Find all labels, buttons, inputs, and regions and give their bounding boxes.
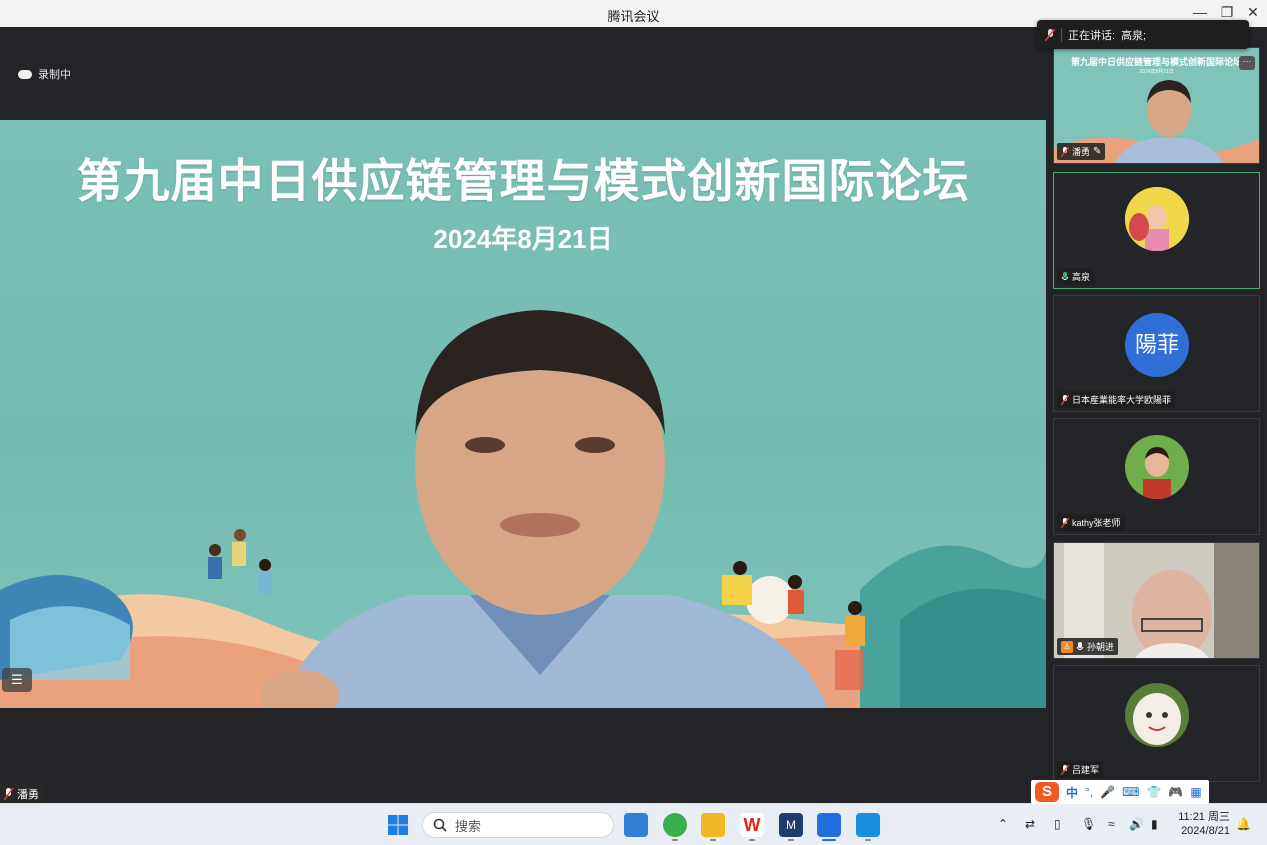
ime-mode-toggle[interactable]: 中	[1066, 784, 1078, 801]
main-video[interactable]: 第九届中日供应链管理与模式创新国际论坛 2024年8月21日	[0, 120, 1046, 708]
participant-tile[interactable]: 第九届中日供应链管理与模式创新国际论坛 2024年8月21日 ··· 潘勇 ✎	[1053, 47, 1260, 164]
participant-tile[interactable]: 高泉	[1053, 172, 1260, 289]
microphone-icon[interactable]: 🎙	[1081, 817, 1096, 831]
more-options-button[interactable]: ···	[1239, 56, 1255, 70]
avatar	[1125, 435, 1189, 499]
running-indicator	[749, 839, 755, 841]
participant-tile[interactable]: 吕建军	[1053, 665, 1260, 782]
wps-app-icon[interactable]: W	[740, 813, 764, 837]
notification-bell-icon[interactable]: 🔔	[1236, 817, 1251, 831]
running-indicator	[788, 839, 794, 841]
participant-label: 高泉	[1057, 268, 1095, 285]
file-explorer-icon[interactable]	[701, 813, 725, 837]
start-icon[interactable]	[386, 813, 410, 837]
main-speaker-tag: 潘勇	[0, 783, 45, 805]
avatar-photo	[1125, 187, 1189, 251]
avatar-photo	[1125, 683, 1189, 747]
taskbar: 搜索 W M ⌃ ⇄ ▯ 🎙 ≈ 🔊 ▮ 11:21 周三 2024/8/21 …	[0, 803, 1267, 845]
participant-list-button[interactable]: ☰	[2, 668, 32, 692]
device-icon[interactable]: ▯	[1054, 817, 1061, 831]
mic-muted-icon	[4, 788, 13, 800]
cloud-icon	[18, 69, 32, 79]
host-icon: ♙	[1061, 640, 1073, 653]
participant-label: kathy张老师	[1057, 514, 1125, 531]
mic-muted-icon	[1061, 394, 1069, 405]
search-icon	[433, 818, 447, 832]
close-icon[interactable]: ✕	[1243, 4, 1263, 21]
participant-name: 吕建军	[1072, 765, 1100, 775]
system-clock[interactable]: 11:21 周三 2024/8/21	[1174, 810, 1230, 838]
mic-icon	[1076, 641, 1084, 650]
sogou-logo-icon[interactable]: S	[1035, 782, 1059, 802]
recording-indicator[interactable]: 录制中	[18, 66, 71, 82]
participant-tile[interactable]: 陽菲 日本産業能率大学欧陽菲	[1053, 295, 1260, 412]
skin-icon[interactable]: 👕	[1146, 785, 1161, 799]
wifi-icon[interactable]: ≈	[1108, 817, 1115, 831]
avatar: 陽菲	[1125, 313, 1189, 377]
participant-name: 潘勇	[1072, 147, 1091, 157]
mic-muted-icon	[1045, 28, 1055, 41]
mic-muted-icon	[1061, 146, 1069, 157]
speaking-label: 正在讲话:	[1068, 29, 1116, 42]
participant-label: ♙ 孙朝进	[1057, 638, 1119, 655]
photos-app-icon[interactable]	[624, 813, 648, 837]
avatar	[1125, 187, 1189, 251]
avatar-photo	[1125, 435, 1189, 499]
restore-icon[interactable]: ❐	[1217, 4, 1237, 21]
participant-name: 日本産業能率大学欧陽菲	[1072, 395, 1172, 405]
clock-date: 2024/8/21	[1181, 825, 1230, 837]
running-indicator	[672, 839, 678, 841]
avatar	[1125, 683, 1189, 747]
active-indicator	[822, 839, 836, 841]
browser-app-icon[interactable]	[663, 813, 687, 837]
volume-icon[interactable]: 🔊	[1129, 817, 1144, 831]
participant-label: 吕建军	[1057, 761, 1104, 778]
game-icon[interactable]: 🎮	[1168, 785, 1183, 799]
mail-app-icon[interactable]: M	[779, 813, 803, 837]
remote-app-icon[interactable]	[856, 813, 880, 837]
recording-label: 录制中	[38, 69, 71, 81]
main-speaker-name: 潘勇	[17, 789, 39, 801]
pencil-icon: ✎	[1093, 146, 1102, 157]
participant-label: 日本産業能率大学欧陽菲	[1057, 391, 1176, 408]
mic-muted-icon	[1061, 764, 1069, 775]
taskbar-search[interactable]: 搜索	[422, 812, 614, 838]
ime-punct-toggle[interactable]: °,	[1085, 785, 1093, 799]
mic-active-icon	[1061, 271, 1069, 280]
network-transfer-icon[interactable]: ⇄	[1025, 817, 1035, 831]
toolbox-icon[interactable]: ▦	[1190, 785, 1201, 799]
participant-label: 潘勇 ✎	[1057, 143, 1106, 160]
participant-name: 孙朝进	[1087, 642, 1115, 652]
slide-date: 2024年8月21日	[433, 224, 613, 254]
participant-name: kathy张老师	[1072, 518, 1121, 528]
keyboard-icon[interactable]: ⌨	[1122, 785, 1139, 799]
running-indicator	[865, 839, 871, 841]
mic-muted-icon	[1061, 517, 1069, 528]
participant-tile[interactable]: kathy张老师	[1053, 418, 1260, 535]
slide-title: 第九届中日供应链管理与模式创新国际论坛	[76, 155, 970, 207]
battery-icon[interactable]: ▮	[1151, 817, 1158, 831]
ime-toolbar[interactable]: S 中 °, 🎤 ⌨ 👕 🎮 ▦	[1031, 780, 1209, 804]
participant-name: 高泉	[1072, 272, 1091, 282]
speaking-name: 高泉;	[1121, 29, 1147, 42]
participant-tile[interactable]: ♙ 孙朝进	[1053, 542, 1260, 659]
search-placeholder: 搜索	[455, 818, 482, 834]
main-stage: 录制中 第九届中日供应链管理与模式创新国际论坛 2024年8月21日 ☰ 潘勇	[0, 27, 1046, 805]
divider	[1061, 27, 1062, 42]
chevron-up-icon[interactable]: ⌃	[998, 817, 1008, 831]
speaking-indicator: 正在讲话: 高泉;	[1037, 20, 1249, 49]
clock-time: 11:21 周三	[1178, 811, 1230, 823]
microphone-icon[interactable]: 🎤	[1100, 785, 1115, 799]
speaker-video-figure	[260, 310, 828, 708]
minimize-icon[interactable]: —	[1190, 4, 1210, 20]
running-indicator	[710, 839, 716, 841]
tencent-meeting-icon[interactable]	[817, 813, 841, 837]
